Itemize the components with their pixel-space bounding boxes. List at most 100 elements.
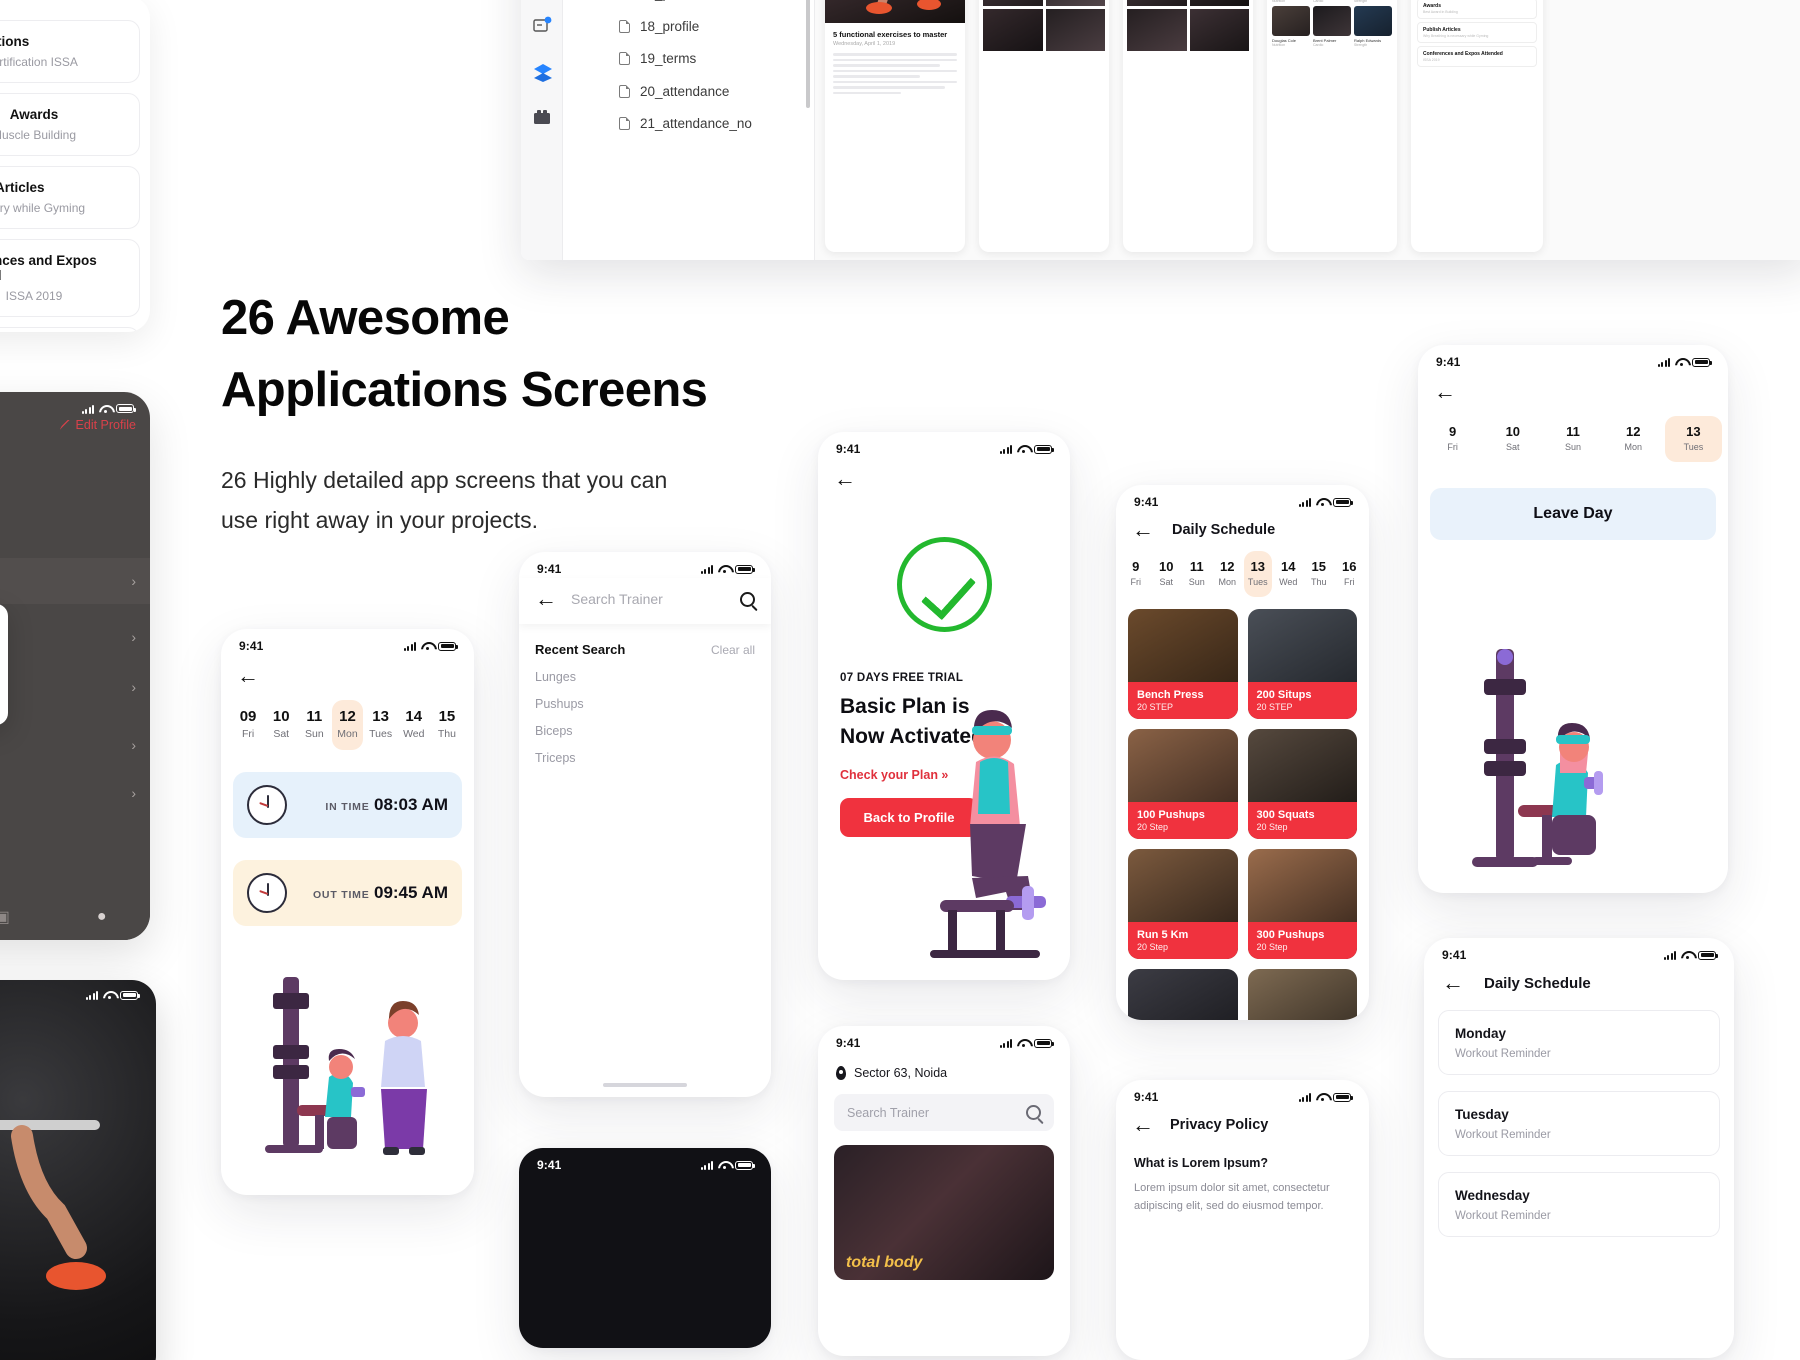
workout-card[interactable]: 200 Situps 20 STEP	[1247, 609, 1357, 719]
info-card[interactable]: Conferences and Expos Attended ISSA 2019	[0, 239, 140, 317]
profile-row-feedback[interactable]: Feedback ›	[0, 770, 150, 816]
date-cell[interactable]: 9 Fri	[1424, 416, 1481, 462]
file-icon	[619, 117, 630, 131]
file-list-item[interactable]: 17_profile	[563, 0, 814, 10]
schedule-day-row[interactable]: Wednesday Workout Reminder	[1438, 1172, 1720, 1237]
date-weekday: Sat	[1159, 577, 1173, 587]
search-bar[interactable]: ← Search Trainer	[519, 578, 771, 624]
date-cell[interactable]: 15 Thu	[1305, 551, 1333, 597]
back-icon[interactable]: ←	[1132, 1114, 1154, 1136]
profile-row-trainer[interactable]: Trainer ›	[0, 558, 150, 604]
info-card[interactable]: Publish Articles is necessary while Gymi…	[0, 166, 140, 229]
preview-videos[interactable]: 9:41●●● Gallery Videos	[1123, 0, 1253, 252]
edit-profile-button[interactable]: Edit Profile	[59, 418, 136, 432]
back-icon[interactable]: ←	[535, 588, 557, 610]
file-list-item[interactable]: 19_terms	[563, 43, 814, 76]
preview-exercise-article[interactable]: 9:41 ← 5 functional exercises to master …	[825, 0, 965, 252]
workout-card[interactable]: 300 Pushups 20 Step	[1247, 849, 1357, 959]
file-list-item[interactable]: 18_profile	[563, 10, 814, 43]
profile-row-terms[interactable]: Terms and Conditions ›	[0, 722, 150, 768]
schedule-list-header: ← Daily Schedule	[1424, 964, 1734, 994]
search-input[interactable]: Search Trainer	[571, 591, 663, 607]
leave-day-button[interactable]: Leave Day	[1430, 488, 1716, 540]
preview-trainer-detail[interactable]: 9:41●●● Douglas Cole Specialization of N…	[1411, 0, 1543, 252]
search-icon[interactable]	[1026, 1105, 1041, 1120]
person-icon[interactable]: ●	[97, 908, 107, 926]
date-cell[interactable]: 12 Mon	[1605, 416, 1662, 462]
info-card[interactable]: Working Client and Feedback Calm in Natu…	[0, 327, 140, 332]
file-list-item[interactable]: 20_attendance	[563, 75, 814, 108]
battery-icon	[1692, 357, 1712, 367]
athlete-illustration	[0, 1120, 106, 1290]
date-cell[interactable]: 13 Tues	[366, 700, 396, 750]
date-cell[interactable]: 16 Fri	[1336, 551, 1364, 597]
location-row[interactable]: Sector 63, Noida	[818, 1052, 1070, 1080]
workout-steps: 20 Step	[1256, 942, 1288, 952]
back-icon[interactable]: ←	[237, 663, 259, 688]
date-cell[interactable]: 09 Fri	[233, 700, 263, 750]
back-icon[interactable]: ←	[1434, 379, 1456, 404]
wifi-icon	[718, 564, 730, 574]
date-cell[interactable]: 10 Sat	[1484, 416, 1541, 462]
workout-steps: 20 STEP	[1137, 702, 1174, 712]
layers-icon[interactable]	[532, 62, 552, 82]
clear-all-button[interactable]: Clear all	[711, 643, 755, 657]
back-icon[interactable]: ←	[1442, 972, 1464, 994]
date-cell[interactable]: 15 Thu	[432, 700, 462, 750]
date-cell[interactable]: 14 Wed	[399, 700, 429, 750]
date-cell[interactable]: 11 Sun	[1544, 416, 1601, 462]
workout-card[interactable]: 100 Pushups 20 Step	[1128, 729, 1238, 839]
workout-card[interactable]: 300 Squats 20 Step	[1247, 729, 1357, 839]
date-weekday: Thu	[437, 728, 456, 740]
recent-search-item[interactable]: Lunges	[519, 657, 771, 684]
file-list-scrollbar[interactable]	[806, 0, 810, 108]
chevron-right-icon: ›	[131, 629, 136, 645]
date-cell[interactable]: 9 Fri	[1122, 551, 1150, 597]
back-icon[interactable]: ←	[1132, 519, 1154, 541]
wifi-icon	[1017, 1038, 1029, 1048]
workout-card[interactable]	[1247, 969, 1357, 1020]
out-time-label: OUT TIME	[312, 889, 370, 901]
trainer-search-input[interactable]: Search Trainer	[834, 1094, 1054, 1131]
components-icon[interactable]	[532, 108, 552, 128]
info-card[interactable]: Awards Muscle Building	[0, 93, 140, 156]
date-cell[interactable]: 11 Sun	[299, 700, 329, 750]
battery-icon	[735, 1160, 755, 1170]
attendance-date-strip[interactable]: 09 Fri 10 Sat 11 Sun 12 Mon 13 Tues 14 Wed 15 T…	[221, 700, 474, 750]
workout-card[interactable]: Run 5 Km 20 Step	[1128, 849, 1238, 959]
date-cell[interactable]: 11 Sun	[1183, 551, 1211, 597]
recent-search-item[interactable]: Pushups	[519, 684, 771, 711]
comment-icon[interactable]	[532, 16, 552, 36]
profile-row-blank-1[interactable]: ›	[0, 614, 150, 660]
date-cell-selected[interactable]: 12 Mon	[332, 700, 363, 750]
date-cell[interactable]: 10 Sat	[266, 700, 296, 750]
file-list-panel[interactable]: 15_instructors_details 15_instructors_de…	[563, 0, 815, 260]
recent-search-item[interactable]: Biceps	[519, 711, 771, 738]
profile-row-blank-2[interactable]: ›	[0, 664, 150, 710]
schedule-day-row[interactable]: Monday Workout Reminder	[1438, 1010, 1720, 1075]
back-icon[interactable]: ←	[834, 466, 856, 491]
workout-card[interactable]: Bench Press 20 STEP	[1128, 609, 1238, 719]
schedule-date-strip[interactable]: 9 Fri 10 Sat 11 Sun 12 Mon 13 Tues 14 Wed 15 Th…	[1116, 551, 1369, 597]
info-card-title: Publish Articles	[0, 180, 45, 195]
search-icon[interactable]	[740, 591, 755, 607]
leave-date-strip[interactable]: 9 Fri 10 Sat 11 Sun 12 Mon 13 Tues	[1418, 416, 1728, 462]
date-cell[interactable]: 14 Wed	[1275, 551, 1303, 597]
date-cell[interactable]: 10 Sat	[1153, 551, 1181, 597]
promo-banner[interactable]: total body	[834, 1145, 1054, 1280]
date-cell[interactable]: 12 Mon	[1214, 551, 1242, 597]
preview-gallery[interactable]: 9:41●●● Gallery Videos	[979, 0, 1109, 252]
date-cell-selected[interactable]: 13 Tues	[1664, 416, 1723, 462]
schedule-day-row[interactable]: Tuesday Workout Reminder	[1438, 1091, 1720, 1156]
logout-dialog: Are you sure you want to logout? Yes No	[0, 604, 8, 725]
preview-our-trainer[interactable]: 9:41●●● Our Trainer Sorting Douglas Cole…	[1267, 0, 1397, 252]
workout-card[interactable]	[1128, 969, 1238, 1020]
info-card[interactable]: Certifications Trainer Certification ISS…	[0, 20, 140, 83]
status-time: 9:41	[836, 442, 861, 456]
recent-search-item[interactable]: Triceps	[519, 738, 771, 765]
workout-grid: Bench Press 20 STEP 200 Situps 20 STEP 100…	[1116, 597, 1369, 1020]
battery-icon	[1698, 950, 1718, 960]
date-cell-selected[interactable]: 13 Tues	[1244, 551, 1272, 597]
gallery-icon[interactable]: ▣	[0, 907, 10, 927]
file-list-item[interactable]: 21_attendance_no	[563, 108, 814, 141]
